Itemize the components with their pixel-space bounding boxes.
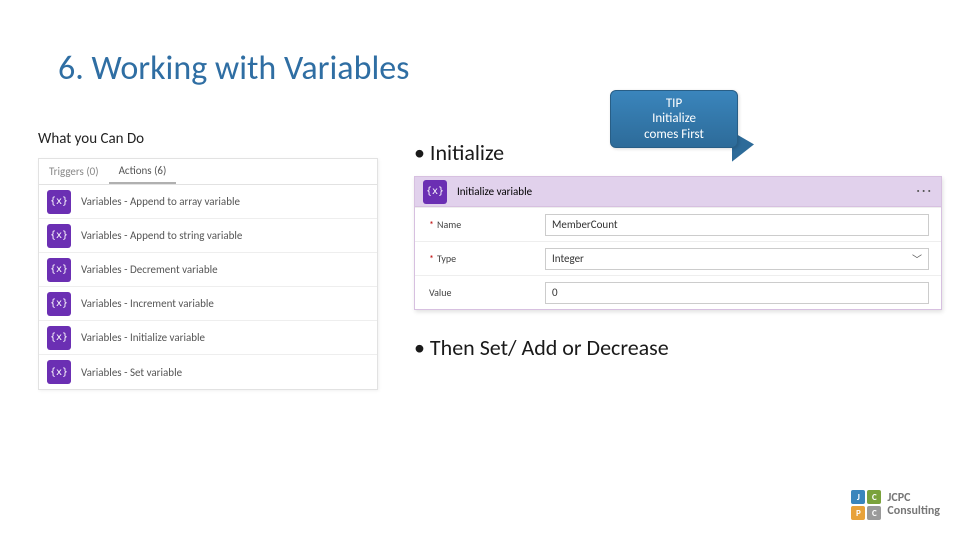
action-label: Variables - Append to array variable [81,195,240,208]
variable-icon: {x} [47,224,71,248]
company-logo: J C P C JCPC Consulting [851,490,940,520]
logo-cell-p: P [851,506,865,520]
tip-line3: comes First [644,127,704,143]
action-label: Variables - Append to string variable [81,229,242,242]
actions-tabs: Triggers (0) Actions (6) [39,159,377,185]
logo-grid: J C P C [851,490,881,520]
more-icon[interactable]: ··· [916,182,933,199]
tip-line2: Initialize [652,111,696,127]
bullet-initialize: • Initialize [414,139,504,166]
value-input[interactable]: 0 [545,282,929,304]
init-card-header[interactable]: {x} Initialize variable ··· [415,177,941,207]
slide-title: 6. Working with Variables [58,48,409,89]
name-input[interactable]: MemberCount [545,214,929,236]
form-row-value: Value 0 [415,275,941,309]
action-item[interactable]: {x} Variables - Set variable [39,355,377,389]
action-item[interactable]: {x} Variables - Append to array variable [39,185,377,219]
logo-cell-j: J [851,490,865,504]
form-label-type: *Type [415,252,545,265]
variable-icon: {x} [423,180,447,204]
action-item[interactable]: {x} Variables - Initialize variable [39,321,377,355]
init-card-title: Initialize variable [457,185,532,198]
chevron-down-icon: ﹀ [912,251,922,266]
tip-line1: TIP [666,96,682,112]
tip-callout: TIP Initialize comes First [610,90,738,148]
action-label: Variables - Initialize variable [81,331,205,344]
action-item[interactable]: {x} Variables - Append to string variabl… [39,219,377,253]
action-label: Variables - Decrement variable [81,263,218,276]
initialize-card: {x} Initialize variable ··· *Name Member… [414,176,942,310]
actions-panel: Triggers (0) Actions (6) {x} Variables -… [38,158,378,390]
tab-actions[interactable]: Actions (6) [109,159,177,184]
logo-cell-c1: C [867,490,881,504]
action-item[interactable]: {x} Variables - Decrement variable [39,253,377,287]
subtitle: What you Can Do [38,130,144,148]
bullet-then-set: • Then Set/ Add or Decrease [414,334,669,361]
action-label: Variables - Increment variable [81,297,214,310]
variable-icon: {x} [47,190,71,214]
variable-icon: {x} [47,292,71,316]
variable-icon: {x} [47,360,71,384]
form-label-name: *Name [415,218,545,231]
logo-text: JCPC Consulting [887,492,940,518]
action-label: Variables - Set variable [81,366,182,379]
action-item[interactable]: {x} Variables - Increment variable [39,287,377,321]
form-row-name: *Name MemberCount [415,207,941,241]
variable-icon: {x} [47,258,71,282]
form-row-type: *Type Integer ﹀ [415,241,941,275]
type-select[interactable]: Integer ﹀ [545,248,929,270]
form-label-value: Value [415,286,545,299]
tab-triggers[interactable]: Triggers (0) [39,165,109,178]
variable-icon: {x} [47,326,71,350]
logo-cell-c2: C [867,506,881,520]
